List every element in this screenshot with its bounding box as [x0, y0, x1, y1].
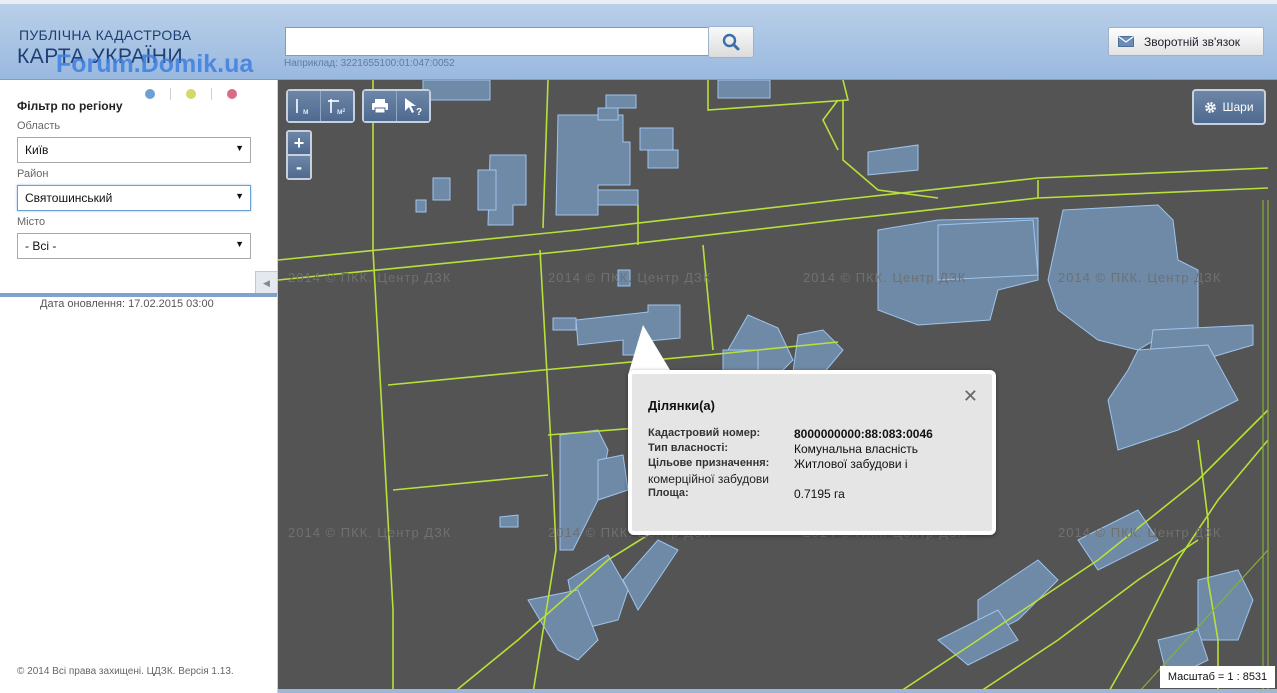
purpose-continuation: комерційної забудови [648, 472, 770, 486]
collapse-sidebar-button[interactable]: ◀ [255, 271, 278, 295]
ownership-value: Комунальна власність [794, 442, 919, 456]
cadastral-number-value: 8000000000:88:083:0046 [794, 427, 933, 441]
parcel-info-popup: Ділянки(а) ✕ Кадастровий номер: 80000000… [628, 370, 996, 535]
zoom-control: + - [286, 130, 312, 180]
print-button[interactable] [364, 91, 397, 121]
envelope-icon [1118, 36, 1134, 47]
print-toolbar: ? [362, 89, 431, 123]
style-dots [145, 88, 237, 100]
map-watermark: 2014 © ПКК. Центр ДЗК [548, 270, 712, 285]
ruler-length-icon: м [296, 99, 309, 116]
sidebar-divider [0, 293, 277, 297]
search-icon [722, 33, 740, 51]
purpose-label: Цільове призначення: [648, 457, 770, 469]
district-select[interactable]: Святошинський ▼ [17, 185, 251, 211]
gear-icon [1205, 101, 1217, 113]
chevron-left-icon: ◀ [263, 277, 270, 288]
area-value: 0.7195 га [794, 487, 845, 501]
layers-button[interactable]: Шари [1192, 89, 1266, 125]
dot-separator [211, 88, 212, 100]
logo-line1: ПУБЛІЧНА КАДАСТРОВА [19, 27, 192, 43]
map-watermark: 2014 © ПКК. Центр ДЗК [1058, 270, 1222, 285]
map-bottom-bar [278, 689, 1277, 693]
search-button[interactable] [708, 26, 754, 58]
region-value: Київ [25, 143, 49, 157]
measure-toolbar: м м² [286, 89, 355, 123]
purpose-value: Житлової забудови і [794, 457, 908, 471]
chevron-down-icon: ▼ [235, 239, 244, 249]
map-canvas[interactable]: 2014 © ПКК. Центр ДЗК 2014 © ПКК. Центр … [278, 80, 1277, 693]
city-value: - Всі - [25, 239, 57, 253]
chevron-down-icon: ▼ [235, 191, 244, 201]
city-select[interactable]: - Всі - ▼ [17, 233, 251, 259]
zoom-out-button[interactable]: - [288, 156, 310, 178]
dot-separator [170, 88, 171, 100]
cursor-help-icon: ? [405, 98, 422, 116]
map-watermark: 2014 © ПКК. Центр ДЗК [1058, 525, 1222, 540]
popup-title: Ділянки(а) [648, 398, 715, 413]
style-dot-blue[interactable] [145, 89, 155, 99]
style-dot-pink[interactable] [227, 89, 237, 99]
map-watermark: 2014 © ПКК. Центр ДЗК [288, 270, 452, 285]
map-watermark: 2014 © ПКК. Центр ДЗК [803, 270, 967, 285]
search-example: Наприклад: 3221655100:01:047:0052 [284, 58, 455, 69]
measure-area-button[interactable]: м² [321, 91, 353, 121]
area-label: Площа: [648, 487, 689, 499]
map-watermark: 2014 © ПКК. Центр ДЗК [288, 525, 452, 540]
forum-watermark: Forum.Domik.ua [56, 50, 254, 78]
feedback-button[interactable]: Зворотній зв'язок [1108, 27, 1264, 56]
feedback-label: Зворотній зв'язок [1144, 34, 1241, 49]
zoom-in-button[interactable]: + [288, 132, 310, 154]
chevron-down-icon: ▼ [235, 143, 244, 153]
svg-text:?: ? [416, 107, 422, 116]
scale-indicator: Масштаб = 1 : 8531 [1160, 666, 1275, 688]
region-label: Область [17, 120, 61, 132]
cadastral-number-label: Кадастровий номер: [648, 427, 761, 439]
measure-length-button[interactable]: м [288, 91, 321, 121]
filter-title: Фільтр по регіону [17, 99, 123, 113]
printer-icon [372, 99, 388, 114]
search-input[interactable] [285, 27, 712, 56]
ownership-label: Тип власності: [648, 442, 729, 454]
region-select[interactable]: Київ ▼ [17, 137, 251, 163]
copyright: © 2014 Всі права захищені. ЦДЗК. Версія … [17, 666, 234, 677]
close-icon[interactable]: ✕ [963, 386, 978, 407]
svg-text:м: м [303, 107, 309, 116]
district-label: Район [17, 168, 49, 180]
identify-button[interactable]: ? [397, 91, 429, 121]
district-value: Святошинський [25, 191, 113, 205]
svg-text:м²: м² [337, 107, 346, 116]
layers-label: Шари [1222, 100, 1254, 114]
city-label: Місто [17, 216, 46, 228]
style-dot-yellow[interactable] [186, 89, 196, 99]
ruler-area-icon: м² [328, 99, 346, 116]
update-date: Дата оновлення: 17.02.2015 03:00 [40, 298, 214, 310]
